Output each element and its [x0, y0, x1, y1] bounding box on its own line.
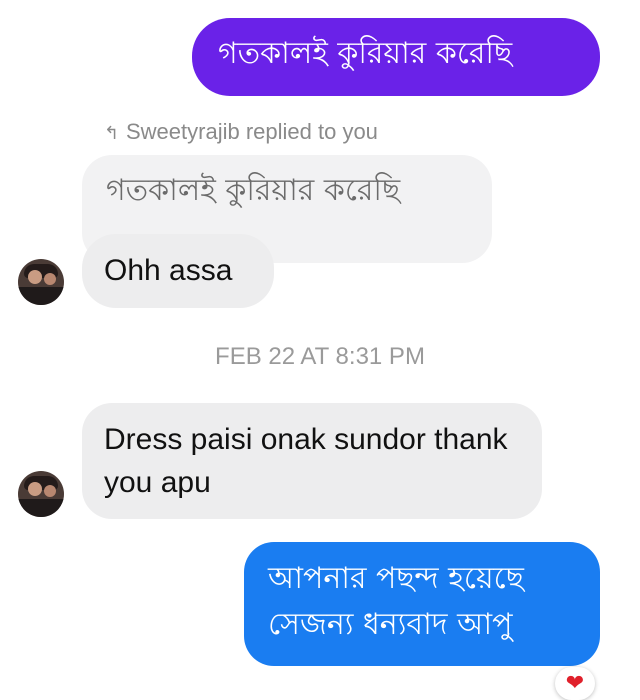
sent-message-text: আপনার পছন্দ হয়েছে সেজন্য ধন্যবাদ আপু — [268, 561, 524, 642]
chat-thread: গতকালই কুরিয়ার করেছি ↰ Sweetyrajib repli… — [0, 0, 640, 700]
reply-arrow-icon: ↰ — [104, 123, 120, 143]
message-timestamp: FEB 22 AT 8:31 PM — [215, 343, 425, 370]
reply-indicator-label: Sweetyrajib replied to you — [126, 119, 378, 144]
quoted-message-text: গতকালই কুরিয়ার করেছি — [106, 173, 401, 208]
avatar[interactable] — [18, 471, 64, 517]
reply-indicator: ↰ Sweetyrajib replied to you — [104, 117, 378, 148]
sent-message-bubble[interactable]: আপনার পছন্দ হয়েছে সেজন্য ধন্যবাদ আপু — [244, 542, 600, 666]
sent-message-bubble[interactable]: গতকালই কুরিয়ার করেছি — [192, 18, 600, 96]
heart-icon[interactable]: ❤ — [555, 667, 595, 700]
sent-message-text: গতকালই কুরিয়ার করেছি — [218, 36, 513, 71]
received-message-text: Dress paisi onak sundor thank you apu — [104, 423, 508, 499]
avatar[interactable] — [18, 259, 64, 305]
received-message-bubble[interactable]: Ohh assa — [82, 234, 274, 308]
received-message-text: Ohh assa — [104, 254, 233, 287]
received-message-bubble[interactable]: Dress paisi onak sundor thank you apu — [82, 403, 542, 519]
